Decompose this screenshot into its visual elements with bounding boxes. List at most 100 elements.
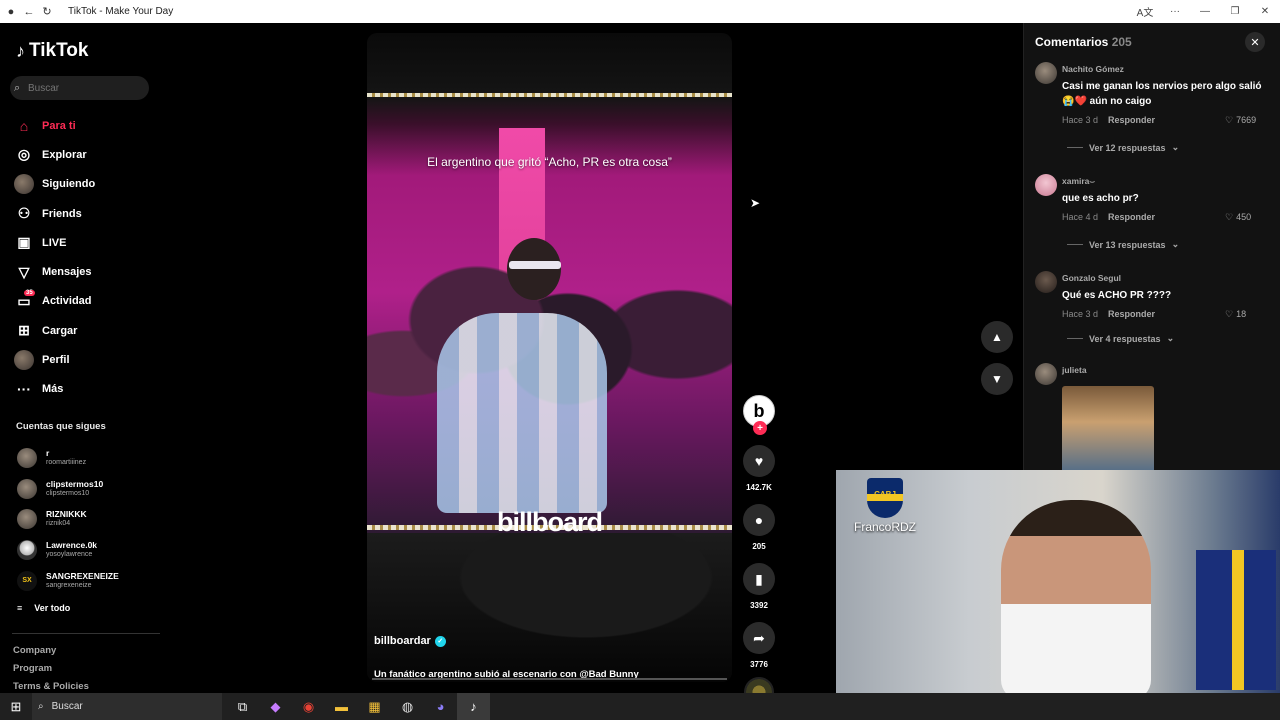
like-count: 7669 <box>1236 115 1257 125</box>
windows-start-icon[interactable]: ⊞ <box>0 699 32 715</box>
back-arrow-icon[interactable]: ← <box>22 6 36 18</box>
footer-link-company[interactable]: Company <box>13 645 89 663</box>
save-action[interactable]: ▮ 3392 <box>741 563 777 610</box>
following-item[interactable]: r roomartiiinez <box>17 443 162 474</box>
nav-item-siguiendo[interactable]: Siguiendo <box>14 170 159 199</box>
avatar[interactable] <box>1035 174 1057 196</box>
taskbar-search[interactable]: ⌕ Buscar <box>32 693 222 720</box>
tiktok-taskbar-icon[interactable]: ♪ <box>457 693 490 720</box>
nav-item-live[interactable]: ▣ LIVE <box>14 228 159 257</box>
share-icon[interactable]: ➦ <box>743 622 775 654</box>
video-scene <box>509 261 561 269</box>
file-explorer-icon[interactable]: ▬ <box>325 693 358 720</box>
comment-item: Nachito Gómez Casi me ganan los nervios … <box>1035 62 1275 162</box>
comment-time: Hace 3 d <box>1062 115 1099 125</box>
avatar[interactable] <box>1035 62 1057 84</box>
follow-plus-icon[interactable]: + <box>753 421 767 435</box>
comment-time: Hace 3 d <box>1062 309 1099 319</box>
live-icon: ▣ <box>17 234 31 251</box>
window-controls: A文 ··· — ❐ ✕ <box>1130 0 1280 23</box>
avatar: SX <box>17 570 37 591</box>
footer-link-program[interactable]: Program <box>13 663 89 681</box>
discord-icon[interactable]: ◕ <box>424 693 457 720</box>
comment-likes[interactable]: ♡ 7669 <box>1225 115 1256 126</box>
nav-item-mensajes[interactable]: ▽ Mensajes <box>14 257 159 286</box>
list-icon: ≡ <box>17 603 23 613</box>
nav-item-para-ti[interactable]: ⌂ Para ti <box>14 111 159 140</box>
copilot-icon[interactable]: ◆ <box>259 693 292 720</box>
close-comments-button[interactable]: ✕ <box>1245 32 1265 52</box>
following-item[interactable]: SX SANGREXENEIZE sangrexeneize <box>17 565 162 596</box>
see-all-label: Ver todo <box>34 603 71 613</box>
comment-user[interactable]: Nachito Gómez <box>1062 64 1124 74</box>
comment-icon[interactable]: ● <box>743 504 775 536</box>
share-action[interactable]: ➦ 3776 <box>741 622 777 669</box>
comment-likes[interactable]: ♡ 450 <box>1225 212 1251 223</box>
minimize-button[interactable]: — <box>1190 6 1220 17</box>
chrome-icon[interactable]: ◉ <box>292 693 325 720</box>
maximize-button[interactable]: ❐ <box>1220 6 1250 17</box>
nav-item-mas[interactable]: ··· Más <box>14 375 159 404</box>
heart-outline-icon: ♡ <box>1225 212 1234 222</box>
music-disc-icon[interactable] <box>744 677 774 693</box>
avatar[interactable] <box>1035 363 1057 385</box>
bookmark-icon[interactable]: ▮ <box>743 563 775 595</box>
sidebar: ♪ TikTok ⌕ ⌂ Para ti ◎ Explorar Siguiend… <box>0 23 165 693</box>
nav-item-friends[interactable]: ⚇ Friends <box>14 199 159 228</box>
next-video-button[interactable]: ▼ <box>981 363 1013 395</box>
share-count: 3776 <box>750 660 768 669</box>
more-icon: ··· <box>17 381 31 398</box>
comment-item: Gonzalo Segul Qué es ACHO PR ???? Hace 3… <box>1035 271 1275 351</box>
nav-item-explorar[interactable]: ◎ Explorar <box>14 140 159 169</box>
comment-text: Qué es ACHO PR ???? <box>1062 290 1172 301</box>
browser-titlebar: ● ← ↻ TikTok - Make Your Day A文 ··· — ❐ … <box>0 0 1280 23</box>
see-all-link[interactable]: ≡ Ver todo <box>17 603 70 613</box>
comment-user[interactable]: julieta <box>1062 365 1087 375</box>
close-window-button[interactable]: ✕ <box>1250 6 1280 17</box>
previous-video-button[interactable]: ▲ <box>981 321 1013 353</box>
translate-icon[interactable]: A文 <box>1130 4 1160 19</box>
following-item[interactable]: Lawrence.0k yosoylawrence <box>17 535 162 566</box>
avatar[interactable] <box>1035 271 1057 293</box>
creator-avatar[interactable]: b + <box>743 395 775 435</box>
nav-item-cargar[interactable]: ⊞ Cargar <box>14 316 159 345</box>
nav-label: Para ti <box>42 119 76 132</box>
obs-icon[interactable]: ◍ <box>391 693 424 720</box>
comment-image[interactable] <box>1062 386 1154 476</box>
tiktok-logo[interactable]: ♪ TikTok <box>16 40 88 62</box>
following-item[interactable]: RIZNIKKK riznik04 <box>17 504 162 535</box>
view-replies-button[interactable]: Ver 12 respuestas ⌄ <box>1067 142 1179 153</box>
view-replies-button[interactable]: Ver 13 respuestas ⌄ <box>1067 239 1179 250</box>
reply-button[interactable]: Responder <box>1108 115 1155 125</box>
search-box[interactable]: ⌕ <box>10 76 149 100</box>
heart-icon[interactable]: ♥ <box>743 445 775 477</box>
search-input[interactable] <box>28 82 138 94</box>
nav-item-actividad[interactable]: ▭ 35 Actividad <box>14 287 159 316</box>
footer-link-terms[interactable]: Terms & Policies <box>13 681 89 693</box>
replies-label: Ver 4 respuestas <box>1089 333 1161 344</box>
store-icon[interactable]: ▦ <box>358 693 391 720</box>
more-options-icon[interactable]: ··· <box>1160 6 1190 17</box>
comment-user[interactable]: Gonzalo Segul <box>1062 273 1121 283</box>
video-player[interactable]: El argentino que gritó “Acho, PR es otra… <box>367 33 732 682</box>
reply-button[interactable]: Responder <box>1108 212 1155 222</box>
nav-label: Más <box>42 383 64 396</box>
following-name: clipstermos10 <box>46 478 104 489</box>
chevron-down-icon: ⌄ <box>1166 333 1175 343</box>
view-replies-button[interactable]: Ver 4 respuestas ⌄ <box>1067 333 1174 344</box>
video-progress-bar[interactable] <box>372 678 727 680</box>
video-caption-overlay: El argentino que gritó “Acho, PR es otra… <box>427 155 672 169</box>
friends-icon: ⚇ <box>17 205 31 222</box>
video-author[interactable]: billboardar ✓ <box>374 635 446 647</box>
following-item[interactable]: clipstermos10 clipstermos10 <box>17 474 162 505</box>
reply-button[interactable]: Responder <box>1108 309 1155 319</box>
streamer-video <box>1196 550 1276 690</box>
comment-likes[interactable]: ♡ 18 <box>1225 309 1246 320</box>
comment-action[interactable]: ● 205 <box>741 504 777 551</box>
reload-icon[interactable]: ↻ <box>40 5 54 18</box>
nav-label: Cargar <box>42 324 78 337</box>
task-view-icon[interactable]: ⧉ <box>226 693 259 720</box>
comment-user[interactable]: xamira⌣ <box>1062 176 1095 187</box>
like-action[interactable]: ♥ 142.7K <box>741 445 777 492</box>
nav-item-perfil[interactable]: Perfil <box>14 345 159 374</box>
